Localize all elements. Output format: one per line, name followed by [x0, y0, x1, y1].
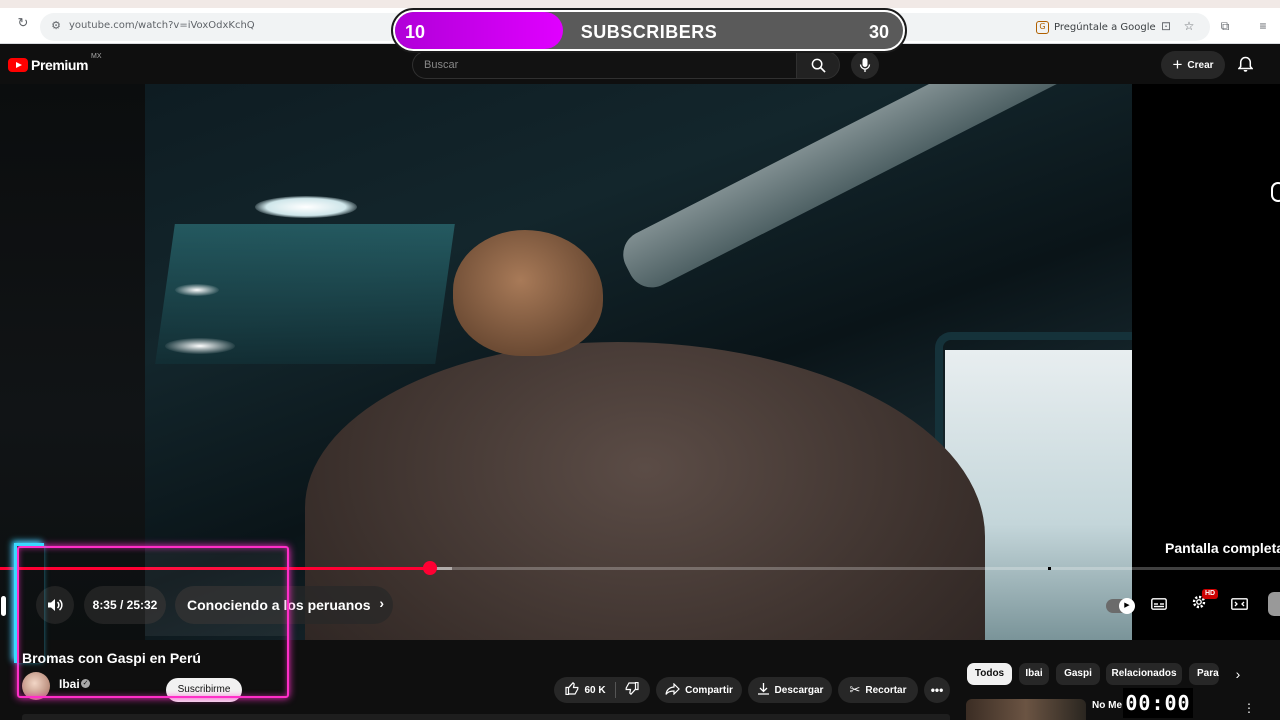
scissors-icon: ✂: [849, 682, 861, 697]
description-box[interactable]: [22, 714, 950, 720]
url-text: youtube.com/watch?v=iVoxOdxKchQ: [69, 20, 255, 31]
browser-tab-strip: [0, 0, 1280, 8]
lens-icon: G: [1036, 20, 1049, 34]
video-ceiling-light: [175, 284, 219, 296]
create-button[interactable]: + Crear: [1161, 51, 1225, 79]
neon-webcam-frame: [17, 546, 289, 698]
clip-button[interactable]: ✂ Recortar: [838, 677, 918, 703]
reading-list-icon[interactable]: ≡: [1255, 18, 1271, 34]
subscriber-goal-target: 30: [868, 22, 889, 42]
share-label: Compartir: [685, 684, 733, 696]
video-ceiling-light: [165, 338, 235, 354]
more-actions-button[interactable]: •••: [924, 677, 950, 703]
youtube-logo-icon: [8, 58, 28, 72]
microphone-icon: [859, 58, 871, 72]
voice-search-button[interactable]: [851, 51, 879, 79]
search-button[interactable]: [796, 51, 840, 79]
screen: ↻ ⚙ youtube.com/watch?v=iVoxOdxKchQ G Pr…: [0, 0, 1280, 720]
logo-text: Premium: [31, 57, 89, 73]
video-person-head: [453, 230, 603, 356]
theater-mode-icon[interactable]: [1228, 594, 1250, 616]
clip-label: Recortar: [865, 684, 907, 696]
chip-ibai[interactable]: Ibai: [1019, 663, 1049, 685]
download-button[interactable]: Descargar: [748, 677, 832, 703]
chip-related[interactable]: Relacionados: [1106, 663, 1182, 685]
recommendation-thumbnail[interactable]: [966, 699, 1086, 720]
ask-google-button[interactable]: G Pregúntale a Google: [1036, 17, 1156, 37]
subscriber-goal-overlay: 10 SUBSCRIBERS 30: [391, 8, 907, 53]
logo-region: MX: [91, 53, 102, 60]
search-icon: [811, 58, 826, 73]
video-frame[interactable]: [145, 84, 1132, 640]
chapter-marker: [1048, 567, 1051, 570]
chevron-right-icon: ›: [379, 595, 384, 611]
chip-gaspi[interactable]: Gaspi: [1056, 663, 1100, 685]
timer-overlay: 00:00: [1123, 688, 1193, 718]
subtitles-icon[interactable]: [1148, 594, 1170, 616]
recommendation-title[interactable]: No Me: [1092, 700, 1122, 711]
autoplay-toggle[interactable]: ▶: [1106, 598, 1135, 614]
thumbs-up-icon[interactable]: [565, 681, 579, 698]
chip-all[interactable]: Todos: [967, 663, 1012, 685]
more-vertical-icon[interactable]: ⋮: [1243, 700, 1255, 716]
video-luggage-rail: [615, 84, 1132, 296]
thumbs-down-icon[interactable]: [625, 681, 639, 698]
ask-google-label: Pregúntale a Google: [1054, 21, 1156, 33]
more-horizontal-icon: •••: [930, 683, 944, 697]
subscriber-goal-label: SUBSCRIBERS: [580, 22, 718, 42]
create-label: Crear: [1187, 59, 1214, 71]
chip-for-you[interactable]: Para: [1189, 663, 1219, 685]
previous-handle[interactable]: [1, 596, 6, 616]
extensions-icon[interactable]: ⧉: [1217, 18, 1233, 34]
share-arrow-icon: [665, 682, 680, 698]
like-count: 60 K: [584, 684, 606, 696]
search-placeholder: Buscar: [424, 59, 459, 71]
fullscreen-icon[interactable]: [1268, 592, 1280, 616]
plus-icon: +: [1172, 55, 1183, 74]
like-divider: [614, 682, 616, 698]
video-person-sweatshirt: [305, 342, 985, 640]
chat-bubble-icon[interactable]: [1271, 182, 1280, 202]
subscriber-goal-track: 10 SUBSCRIBERS 30: [395, 12, 903, 49]
download-label: Descargar: [774, 684, 824, 696]
chevron-right-icon[interactable]: ›: [1230, 666, 1246, 682]
youtube-premium-logo[interactable]: Premium MX: [8, 53, 102, 73]
play-icon: ▶: [1119, 598, 1135, 614]
search-input[interactable]: Buscar: [412, 51, 796, 79]
bookmark-star-icon[interactable]: ☆: [1181, 18, 1197, 34]
like-dislike-button[interactable]: 60 K: [554, 677, 650, 703]
video-ceiling-light: [255, 196, 357, 218]
site-info-icon[interactable]: ⚙: [49, 19, 63, 33]
hd-badge: HD: [1202, 589, 1219, 599]
progress-scrubber[interactable]: [423, 561, 438, 575]
download-icon: [757, 682, 770, 698]
reload-icon[interactable]: ↻: [14, 14, 32, 32]
share-button[interactable]: Compartir: [656, 677, 742, 703]
notifications-bell-icon[interactable]: [1236, 56, 1254, 74]
fullscreen-tooltip: Pantalla completa: [1165, 540, 1280, 556]
install-app-icon[interactable]: ⊡: [1158, 18, 1174, 34]
neon-frame-corner: [14, 543, 44, 663]
